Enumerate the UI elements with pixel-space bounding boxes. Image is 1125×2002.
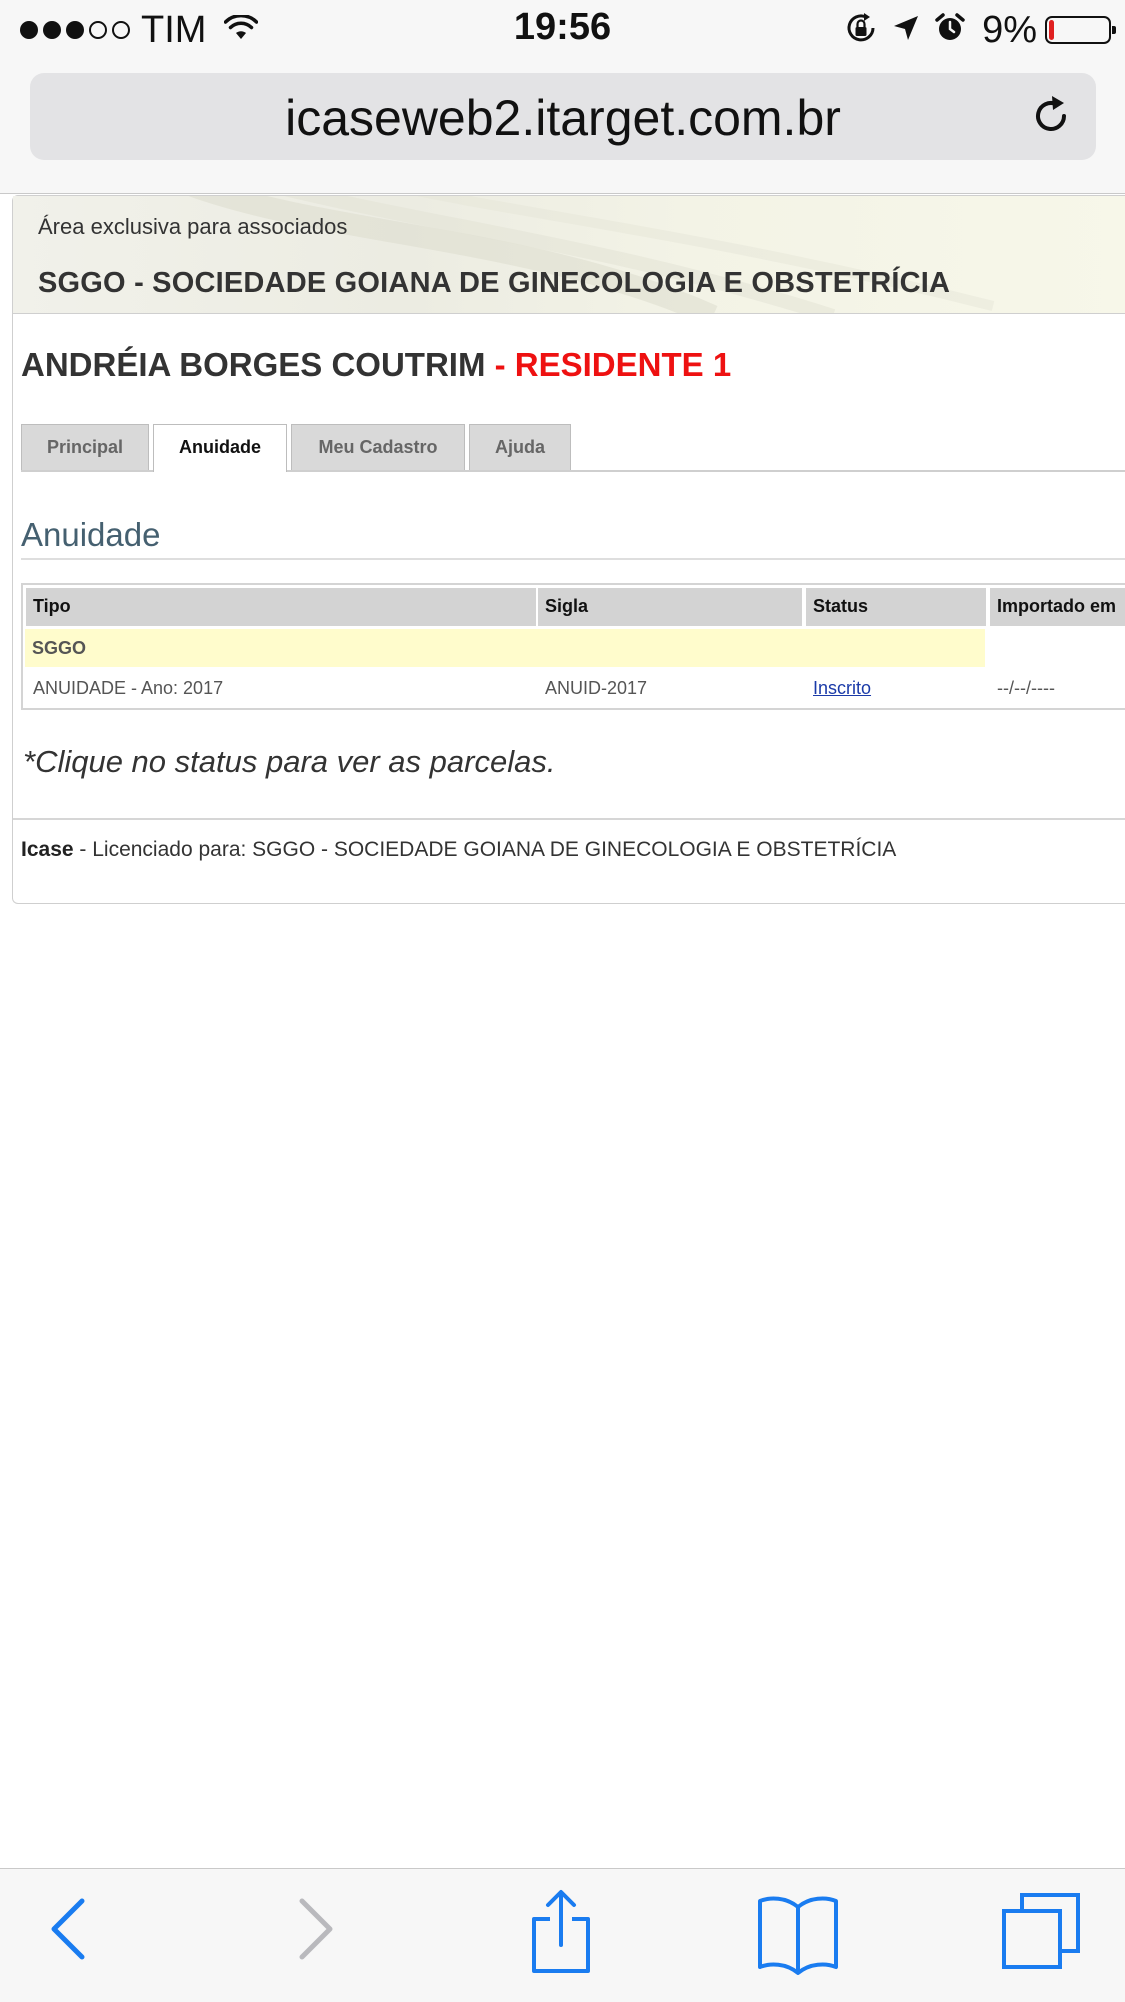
battery-level: [1049, 20, 1054, 40]
footer-text: - Licenciado para: SGGO - SOCIEDADE GOIA…: [73, 838, 897, 861]
column-header-importado: Importado em: [990, 588, 1125, 626]
table-group-row: SGGO: [25, 629, 985, 667]
battery-icon: [1045, 16, 1116, 44]
banner-title: SGGO - SOCIEDADE GOIANA DE GINECOLOGIA E…: [38, 267, 951, 299]
browser-toolbar: [0, 1868, 1125, 2002]
status-link[interactable]: Inscrito: [813, 678, 871, 698]
bookmarks-icon[interactable]: [756, 1889, 840, 1980]
back-icon[interactable]: [44, 1889, 94, 1974]
share-icon[interactable]: [526, 1889, 596, 1980]
parcelas-note: *Clique no status para ver as parcelas.: [23, 744, 556, 779]
banner-subtitle: Área exclusiva para associados: [38, 214, 348, 239]
anuidade-table: Tipo Sigla Status Importado em SGGO ANUI…: [21, 583, 1125, 710]
battery-percent: 9%: [982, 8, 1037, 51]
column-header-status: Status: [806, 588, 986, 626]
section-divider: [21, 558, 1125, 560]
header-banner: Área exclusiva para associados SGGO - SO…: [13, 196, 1125, 314]
tab-ajuda[interactable]: Ajuda: [469, 424, 571, 470]
member-heading: ANDRÉIA BORGES COUTRIM - RESIDENTE 1: [21, 346, 731, 384]
rotation-lock-icon: [830, 11, 878, 50]
member-category: - RESIDENTE 1: [494, 346, 732, 383]
browser-header: icaseweb2.itarget.com.br: [0, 60, 1125, 194]
status-bar: TIM 19:56 9%: [0, 0, 1125, 60]
cell-sigla: ANUID-2017: [545, 678, 648, 698]
footer-divider: [13, 818, 1125, 820]
cell-tipo: ANUIDADE - Ano: 2017: [33, 678, 224, 698]
battery-nub: [1112, 26, 1116, 34]
tab-anuidade[interactable]: Anuidade: [153, 424, 287, 472]
status-bar-right: 9%: [830, 8, 1116, 52]
reload-icon[interactable]: [1028, 93, 1074, 144]
footer-brand: Icase: [21, 838, 74, 861]
column-header-sigla: Sigla: [538, 588, 802, 626]
url-text[interactable]: icaseweb2.itarget.com.br: [30, 89, 1096, 147]
location-arrow-icon: [878, 14, 920, 47]
alarm-icon: [920, 12, 966, 49]
tab-principal[interactable]: Principal: [21, 424, 149, 470]
tabs-icon[interactable]: [1000, 1889, 1084, 1980]
member-name: ANDRÉIA BORGES COUTRIM: [21, 346, 486, 383]
forward-icon[interactable]: [290, 1889, 340, 1974]
address-bar[interactable]: icaseweb2.itarget.com.br: [30, 73, 1096, 160]
section-title: Anuidade: [21, 516, 161, 553]
page-container: Área exclusiva para associados SGGO - SO…: [12, 195, 1125, 904]
tab-meu-cadastro[interactable]: Meu Cadastro: [291, 424, 465, 470]
column-header-tipo: Tipo: [26, 588, 536, 626]
tab-bar: Principal Anuidade Meu Cadastro Ajuda: [21, 424, 1125, 472]
cell-status: Inscrito: [813, 671, 871, 705]
cell-importado: --/--/----: [997, 678, 1055, 698]
license-footer: Icase - Licenciado para: SGGO - SOCIEDAD…: [21, 838, 896, 862]
